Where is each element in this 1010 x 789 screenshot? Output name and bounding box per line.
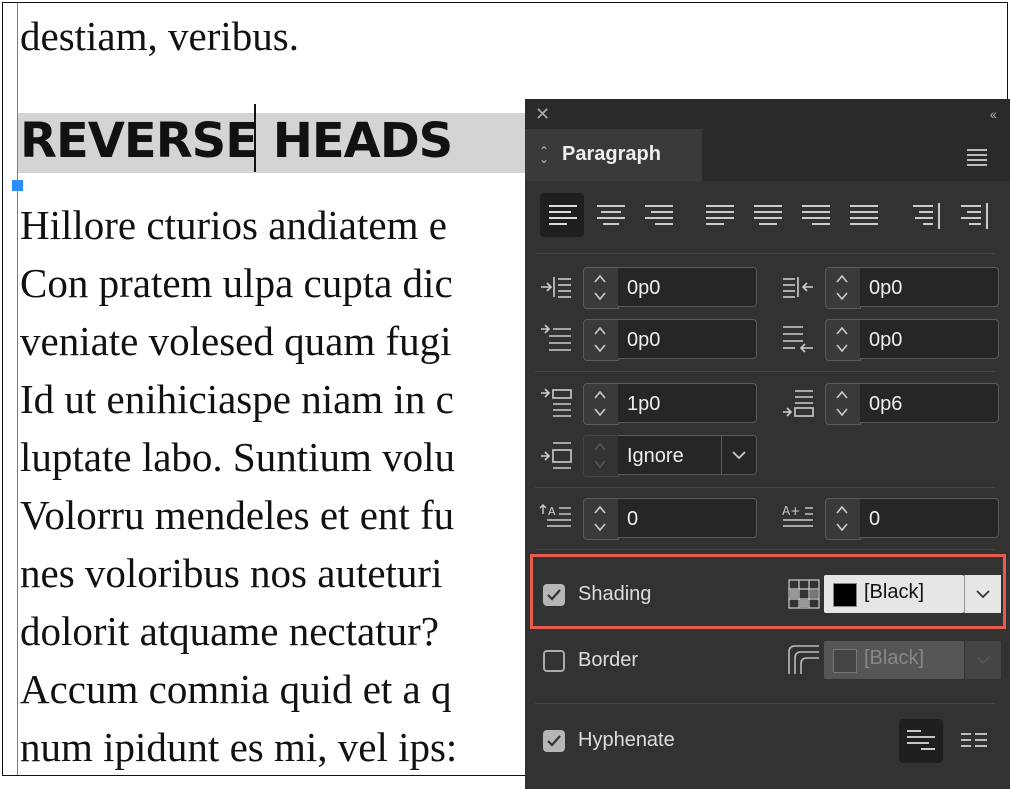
align-to-grid-icon xyxy=(539,439,573,471)
drop-cap-lines-icon: A xyxy=(539,502,573,534)
single-line-composer-button[interactable] xyxy=(899,719,943,763)
drop-cap-chars-icon: A+ xyxy=(781,502,815,534)
span-columns-button[interactable] xyxy=(951,719,995,763)
left-indent-field[interactable]: 0p0 xyxy=(618,267,757,307)
single-column-text-icon xyxy=(907,730,935,750)
body-text-line[interactable]: Volorru mendeles et ent fu xyxy=(20,486,457,544)
justify-all-icon xyxy=(850,205,878,225)
body-text-line[interactable]: Id ut enihiciaspe niam in c xyxy=(20,370,457,428)
svg-text:A: A xyxy=(548,505,556,518)
align-left-icon xyxy=(549,205,577,225)
align-to-grid-dropdown[interactable] xyxy=(721,435,757,475)
body-text-line[interactable]: Con pratem ulpa cupta dic xyxy=(20,254,457,312)
two-column-text-icon xyxy=(961,733,987,747)
justify-all-button[interactable] xyxy=(841,193,885,237)
border-color-select: [Black] xyxy=(824,641,964,679)
drop-cap-lines-field[interactable]: 0 xyxy=(618,498,757,538)
justify-right-button[interactable] xyxy=(793,193,837,237)
body-text-line[interactable]: veniate volesed quam fugi xyxy=(20,312,457,370)
svg-text:A+: A+ xyxy=(782,504,800,518)
justify-center-icon xyxy=(754,205,782,225)
align-away-from-spine-button[interactable] xyxy=(952,193,996,237)
chevron-down-icon xyxy=(976,656,990,665)
align-to-grid-select[interactable]: Ignore xyxy=(618,435,722,475)
drop-cap-lines-stepper[interactable] xyxy=(583,498,619,540)
body-text-line[interactable]: destiam, veribus. xyxy=(20,13,299,59)
border-label: Border xyxy=(578,649,639,671)
align-right-button[interactable] xyxy=(636,193,680,237)
justify-left-button[interactable] xyxy=(697,193,741,237)
first-line-indent-stepper[interactable] xyxy=(583,319,619,361)
justify-center-button[interactable] xyxy=(745,193,789,237)
justify-right-icon xyxy=(802,205,830,225)
shading-highlight-box xyxy=(530,554,1006,629)
text-cursor xyxy=(254,104,256,172)
right-indent-icon xyxy=(781,271,815,303)
divider xyxy=(535,703,995,704)
align-center-icon xyxy=(597,205,625,225)
divider xyxy=(535,371,995,372)
tab-paragraph[interactable]: ⌃ ⌄ Paragraph xyxy=(525,129,702,181)
drop-cap-chars-field[interactable]: 0 xyxy=(860,498,999,538)
align-right-icon xyxy=(645,205,673,225)
right-indent-field[interactable]: 0p0 xyxy=(860,267,999,307)
divider xyxy=(535,253,995,254)
close-icon[interactable]: ✕ xyxy=(535,105,550,123)
align-center-button[interactable] xyxy=(588,193,632,237)
left-indent-stepper[interactable] xyxy=(583,267,619,309)
collapse-icon[interactable]: ‹‹ xyxy=(990,105,997,123)
align-away-from-spine-icon xyxy=(961,203,988,229)
border-corner-icon[interactable] xyxy=(787,644,821,676)
body-text-line[interactable]: dolorit atquame nectatur? xyxy=(20,602,457,660)
reverse-heading[interactable]: REVERSE HEADS xyxy=(20,111,453,171)
divider xyxy=(535,549,995,550)
chevron-down-icon xyxy=(732,451,746,460)
hyphenate-label: Hyphenate xyxy=(578,729,675,751)
border-color-dropdown xyxy=(964,641,1001,679)
space-after-field[interactable]: 0p6 xyxy=(860,383,999,423)
body-text[interactable]: Hillore cturios andiatem e Con pratem ul… xyxy=(20,196,457,775)
align-left-button[interactable] xyxy=(540,193,584,237)
space-before-stepper[interactable] xyxy=(583,383,619,425)
border-color-chip xyxy=(833,649,857,673)
right-indent-stepper[interactable] xyxy=(825,267,861,309)
last-line-right-indent-field[interactable]: 0p0 xyxy=(860,319,999,359)
align-to-grid-stepper xyxy=(583,435,619,477)
left-indent-icon xyxy=(539,271,573,303)
space-after-icon xyxy=(781,387,815,419)
checkmark-icon xyxy=(547,735,561,747)
last-line-right-indent-icon xyxy=(781,323,815,355)
frame-handle[interactable] xyxy=(12,180,23,191)
divider xyxy=(535,487,995,488)
panel-tabbar: ⌃ ⌄ Paragraph xyxy=(525,129,1010,181)
panel-titlebar[interactable]: ✕ ‹‹ xyxy=(525,99,1010,129)
body-text-line[interactable]: luptate labo. Suntium volu xyxy=(20,428,457,486)
border-color-name: [Black] xyxy=(864,647,925,669)
border-checkbox[interactable] xyxy=(543,650,565,672)
justify-left-icon xyxy=(706,205,734,225)
space-after-stepper[interactable] xyxy=(825,383,861,425)
drop-cap-chars-stepper[interactable] xyxy=(825,498,861,540)
tab-expand-icon[interactable]: ⌃ ⌄ xyxy=(539,145,549,165)
body-text-line[interactable]: nes voloribus nos auteturi xyxy=(20,544,457,602)
space-before-icon xyxy=(539,387,573,419)
align-towards-spine-icon xyxy=(913,203,940,229)
first-line-indent-icon xyxy=(539,323,573,355)
paragraph-panel: ✕ ‹‹ ⌃ ⌄ Paragraph 0p0 0p0 0p0 0p0 1p0 0… xyxy=(525,99,1010,789)
body-text-line[interactable]: Hillore cturios andiatem e xyxy=(20,196,457,254)
tab-label: Paragraph xyxy=(562,143,661,165)
hyphenate-checkbox[interactable] xyxy=(543,730,565,752)
panel-menu-icon[interactable] xyxy=(967,149,987,169)
space-before-field[interactable]: 1p0 xyxy=(618,383,757,423)
body-text-line[interactable]: Accum comnia quid et a q xyxy=(20,660,457,718)
last-line-right-indent-stepper[interactable] xyxy=(825,319,861,361)
first-line-indent-field[interactable]: 0p0 xyxy=(618,319,757,359)
body-text-line[interactable]: num ipidunt es mi, vel ips: xyxy=(20,718,457,775)
align-towards-spine-button[interactable] xyxy=(904,193,948,237)
